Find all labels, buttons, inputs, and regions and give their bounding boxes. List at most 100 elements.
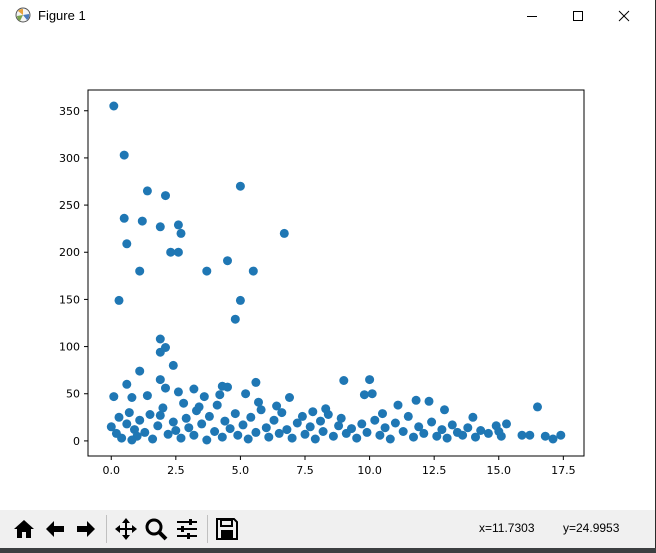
zoom-button[interactable] — [141, 514, 171, 544]
floppy-disk-icon — [216, 518, 238, 540]
scatter-point — [223, 256, 232, 266]
arrow-right-icon — [77, 521, 95, 537]
scatter-point — [440, 405, 449, 415]
y-tick-label: 100 — [59, 341, 80, 354]
minimize-button[interactable] — [509, 0, 555, 32]
toolbar-separator — [207, 515, 208, 543]
scatter-point — [502, 419, 511, 429]
scatter-point — [305, 422, 315, 432]
scatter-point — [142, 186, 152, 196]
scatter-point — [300, 429, 310, 439]
scatter-point — [328, 431, 338, 441]
scatter-point — [127, 435, 137, 445]
navigation-toolbar: x=11.7303 y=24.9953 — [0, 510, 655, 548]
scatter-point — [437, 425, 447, 435]
scatter-point — [398, 427, 408, 436]
scatter-point — [233, 430, 243, 440]
scatter-point — [533, 402, 542, 412]
scatter-point — [483, 428, 493, 438]
scatter-point — [122, 419, 132, 429]
scatter-point — [385, 434, 395, 444]
scatter-point — [316, 416, 325, 426]
y-coordinate-readout: y=24.9953 — [563, 521, 620, 535]
scatter-point — [161, 383, 170, 393]
scatter-point — [155, 222, 165, 232]
scatter-point — [225, 424, 235, 434]
scatter-point — [171, 426, 181, 435]
close-button[interactable] — [601, 0, 647, 32]
scatter-point — [155, 375, 165, 385]
scatter-point — [155, 334, 165, 344]
scatter-point — [155, 410, 165, 420]
scatter-point — [352, 433, 362, 443]
scatter-point — [556, 430, 566, 440]
x-tick-label: 2.5 — [167, 464, 185, 477]
scatter-point — [238, 420, 248, 430]
scatter-point — [176, 228, 186, 238]
x-tick-label: 17.5 — [551, 464, 576, 477]
y-tick-label: 150 — [59, 293, 80, 306]
scatter-point — [476, 426, 486, 435]
title-bar[interactable]: Figure 1 — [0, 0, 655, 32]
scatter-point — [145, 410, 155, 419]
scatter-point — [380, 423, 390, 433]
x-tick-label: 12.5 — [422, 464, 447, 477]
toolbar-separator — [106, 515, 107, 543]
scatter-point — [367, 389, 377, 399]
scatter-point — [140, 427, 150, 437]
scatter-point — [109, 392, 119, 402]
scatter-point — [223, 382, 232, 392]
scatter-point — [153, 421, 163, 431]
move-icon — [115, 518, 137, 540]
scatter-point — [173, 247, 183, 257]
save-button[interactable] — [212, 514, 242, 544]
scatter-point — [282, 425, 292, 435]
scatter-point — [287, 433, 297, 443]
back-button[interactable] — [40, 514, 70, 544]
scatter-point — [142, 391, 152, 401]
scatter-point — [403, 411, 413, 421]
taskbar-strip — [0, 548, 656, 553]
scatter-point — [409, 432, 418, 442]
x-axis: 0.0 2.5 5.0 7.5 10.0 12.5 15.0 17.5 — [103, 456, 576, 477]
scatter-point — [189, 384, 199, 394]
scatter-point — [321, 404, 331, 414]
scatter-point — [161, 191, 170, 201]
scatter-point — [285, 393, 294, 402]
scatter-point — [269, 415, 279, 425]
x-tick-label: 15.0 — [487, 464, 512, 477]
scatter-point — [261, 423, 271, 433]
scatter-point — [204, 411, 214, 421]
x-coordinate-readout: x=11.7303 — [479, 521, 535, 535]
scatter-point — [179, 398, 189, 408]
matplotlib-icon — [15, 7, 31, 23]
scatter-point — [347, 424, 356, 434]
scatter-point — [155, 347, 165, 357]
configure-subplots-button[interactable] — [172, 514, 202, 544]
scatter-point — [184, 423, 194, 433]
scatter-point — [117, 433, 127, 443]
figure-canvas[interactable]: 0.0 2.5 5.0 7.5 10.0 12.5 15.0 17.5 0 50 100 150 20… — [0, 32, 655, 510]
home-button[interactable] — [9, 514, 39, 544]
scatter-point — [122, 379, 132, 389]
scatter-point — [114, 295, 124, 305]
x-tick-label: 7.5 — [296, 464, 314, 477]
scatter-point — [163, 429, 173, 439]
scatter-point — [375, 430, 385, 440]
scatter-point — [357, 419, 367, 429]
scatter-point — [212, 400, 222, 410]
pan-button[interactable] — [111, 514, 141, 544]
window-title: Figure 1 — [38, 8, 86, 23]
y-tick-label: 350 — [59, 105, 80, 118]
scatter-point — [127, 393, 137, 402]
forward-button[interactable] — [71, 514, 101, 544]
scatter-point — [135, 415, 145, 425]
scatter-point — [359, 390, 369, 400]
scatter-point — [318, 427, 328, 436]
maximize-button[interactable] — [555, 0, 601, 32]
scatter-point — [173, 387, 183, 397]
scatter-point — [336, 413, 346, 423]
scatter-point — [235, 181, 245, 191]
scatter-point — [181, 413, 191, 423]
scatter-point — [189, 430, 199, 440]
